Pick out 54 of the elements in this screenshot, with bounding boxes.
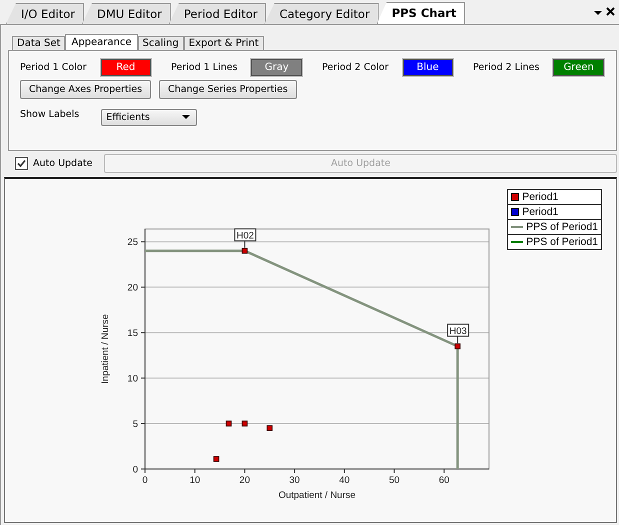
y-tick-label: 20 bbox=[127, 282, 138, 294]
color-picker-button[interactable]: Blue bbox=[402, 59, 453, 76]
color-setting-label: Period 1 Lines bbox=[171, 62, 238, 73]
properties-button[interactable]: Change Series Properties bbox=[159, 80, 297, 99]
x-tick-label: 30 bbox=[289, 475, 300, 486]
x-axis-title: Outpatient / Nurse bbox=[278, 490, 356, 501]
y-tick-label: 5 bbox=[132, 419, 138, 430]
document-tab[interactable]: Category Editor bbox=[264, 3, 379, 24]
data-point bbox=[226, 420, 232, 426]
y-tick-label: 0 bbox=[132, 464, 138, 476]
x-tick-label: 20 bbox=[239, 475, 250, 486]
document-tab[interactable]: I/O Editor bbox=[6, 3, 84, 24]
color-setting-label: Period 2 Lines bbox=[473, 62, 540, 73]
settings-tab[interactable]: Export & Print bbox=[184, 36, 264, 50]
x-tick-label: 10 bbox=[190, 475, 200, 486]
auto-update-label: Auto Update bbox=[33, 158, 92, 169]
x-tick-label: 0 bbox=[142, 475, 148, 486]
legend-label: PPS of Period1 bbox=[526, 221, 598, 233]
color-picker-button[interactable]: Gray bbox=[251, 59, 302, 76]
document-tab[interactable]: DMU Editor bbox=[82, 3, 171, 24]
data-point bbox=[454, 343, 460, 350]
color-picker-button[interactable]: Green bbox=[553, 59, 604, 76]
caret-icon bbox=[182, 115, 190, 120]
y-axis-title: Inpatient / Nurse bbox=[100, 314, 111, 384]
annotation: H03 bbox=[449, 326, 467, 337]
document-tab[interactable]: Period Editor bbox=[168, 3, 266, 24]
color-setting-label: Period 2 Color bbox=[322, 62, 388, 73]
legend-label: Period1 bbox=[522, 191, 558, 203]
settings-tab[interactable]: Data Set bbox=[12, 36, 66, 50]
point-label: H03 bbox=[447, 324, 470, 344]
show-labels-label: Show Labels bbox=[20, 109, 80, 120]
settings-tab[interactable]: Scaling bbox=[138, 36, 184, 50]
legend-label: Period1 bbox=[522, 206, 558, 218]
properties-button[interactable]: Change Axes Properties bbox=[20, 80, 152, 99]
point-label: H02 bbox=[234, 228, 256, 248]
show-labels-dropdown[interactable]: Efficients bbox=[101, 109, 198, 126]
data-point bbox=[242, 248, 248, 254]
document-tab[interactable]: PPS Chart bbox=[376, 2, 466, 24]
y-tick-label: 25 bbox=[127, 237, 138, 248]
data-point bbox=[266, 425, 273, 431]
x-tick-label: 40 bbox=[339, 475, 350, 486]
y-tick-label: 10 bbox=[127, 374, 138, 385]
color-setting-label: Period 1 Color bbox=[20, 62, 87, 73]
x-tick-label: 60 bbox=[438, 475, 450, 486]
color-picker-button[interactable]: Red bbox=[100, 59, 152, 76]
annotation: H02 bbox=[236, 230, 254, 242]
y-tick-label: 15 bbox=[127, 328, 138, 340]
close-icon[interactable] bbox=[606, 7, 615, 16]
settings-tab[interactable]: Appearance bbox=[65, 34, 138, 50]
x-tick-label: 50 bbox=[388, 475, 400, 486]
data-point bbox=[213, 456, 220, 462]
legend-label: PPS of Period1 bbox=[526, 236, 598, 248]
data-point bbox=[242, 420, 248, 426]
dropdown-icon[interactable] bbox=[594, 10, 602, 16]
